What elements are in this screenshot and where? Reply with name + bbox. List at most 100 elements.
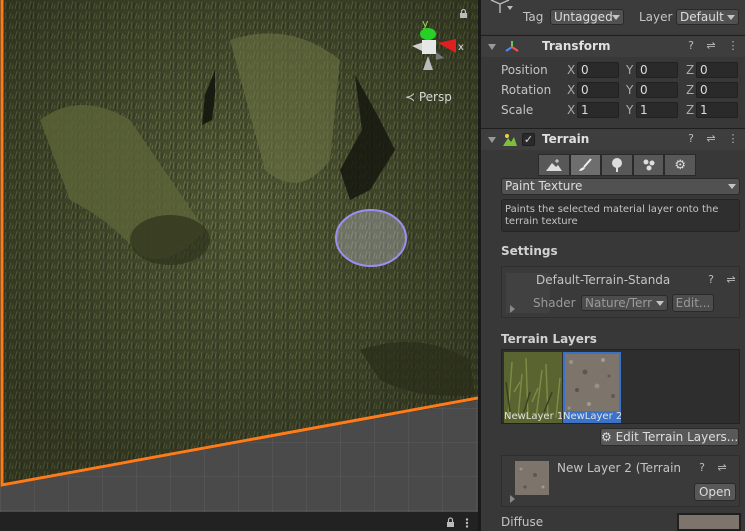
axis-z-label: Z	[686, 103, 695, 117]
chevron-down-icon	[728, 184, 736, 189]
more-menu-icon[interactable]	[462, 518, 472, 528]
presets-icon[interactable]: ⇌	[705, 133, 717, 145]
chevron-down-icon	[612, 15, 620, 20]
gear-icon: ⚙	[674, 157, 686, 173]
chevron-down-icon[interactable]	[507, 6, 513, 10]
rotation-x-field[interactable]: 0	[577, 82, 619, 98]
gizmo-x-axis[interactable]	[438, 39, 456, 53]
position-z-field[interactable]: 0	[696, 62, 738, 78]
gizmo-y-axis[interactable]	[420, 28, 436, 40]
paint-details-button[interactable]	[632, 154, 665, 176]
terrain-layers-list: NewLayer 1 NewLayer 2	[501, 349, 740, 424]
terrain-icon	[503, 134, 517, 146]
gizmo-neg-y-axis[interactable]	[423, 56, 433, 70]
gizmo-center-cube[interactable]	[422, 40, 436, 54]
orientation-gizmo[interactable]: y x	[398, 10, 468, 82]
edit-terrain-layers-button[interactable]: ⚙ Edit Terrain Layers...	[600, 428, 739, 446]
more-menu-icon[interactable]: ⋮	[727, 40, 739, 52]
transform-header[interactable]: Transform ? ⇌ ⋮	[481, 35, 745, 57]
projection-label[interactable]: ≺ Persp	[405, 90, 452, 104]
presets-icon[interactable]: ⇌	[725, 274, 737, 286]
axis-z-label: Z	[686, 83, 695, 97]
foldout-arrow-icon[interactable]	[488, 44, 496, 50]
flowers-icon	[643, 159, 655, 171]
terrain-layer-name: NewLayer 1	[504, 411, 562, 422]
scene-view[interactable]: y x ≺ Persp	[0, 0, 478, 531]
transform-title: Transform	[542, 39, 611, 53]
open-layer-button[interactable]: Open	[694, 483, 736, 501]
settings-header: Settings	[501, 244, 558, 258]
scale-z-field[interactable]: 1	[696, 102, 738, 118]
position-label: Position	[501, 63, 548, 77]
foldout-arrow-icon[interactable]	[510, 305, 515, 313]
rotation-z-field[interactable]: 0	[696, 82, 738, 98]
brush-icon	[579, 158, 593, 171]
help-icon[interactable]: ?	[705, 274, 717, 286]
more-menu-icon[interactable]: ⋮	[727, 133, 739, 145]
mountain-plus-icon	[545, 159, 562, 171]
tree-icon	[611, 158, 622, 172]
layer-label: Layer	[639, 10, 673, 24]
rotation-label: Rotation	[501, 83, 552, 97]
scene-bottom-bar	[0, 512, 478, 531]
selected-layer-preview: New Layer 2 (Terrain ? ⇌ Open	[501, 455, 740, 507]
terrain-layer-tile[interactable]: NewLayer 1	[504, 352, 562, 423]
chevron-down-icon	[727, 15, 735, 20]
axis-x-label: X	[567, 63, 576, 77]
tag-value: Untagged	[554, 10, 613, 24]
tag-layer-row: Tag Untagged Layer Default	[481, 0, 745, 34]
terrain-layers-header: Terrain Layers	[501, 332, 597, 346]
presets-icon[interactable]: ⇌	[705, 40, 717, 52]
gear-icon: ⚙	[601, 430, 612, 444]
axis-y-label: Y	[626, 103, 634, 117]
edit-terrain-layers-label: Edit Terrain Layers...	[615, 430, 739, 444]
axis-z-label: Z	[686, 63, 695, 77]
raise-lower-tool-button[interactable]	[538, 154, 570, 176]
position-y-field[interactable]: 0	[636, 62, 678, 78]
presets-icon[interactable]: ⇌	[716, 462, 728, 474]
axis-x-label: X	[567, 103, 576, 117]
paint-trees-button[interactable]	[601, 154, 633, 176]
terrain-layer-tile-selected[interactable]: NewLayer 2	[563, 352, 621, 423]
brush-preview	[335, 209, 407, 267]
layer-texture-thumbnail	[515, 461, 549, 495]
terrain-settings-button[interactable]: ⚙	[664, 154, 696, 176]
paint-tool-dropdown[interactable]: Paint Texture	[501, 178, 740, 195]
lock-icon[interactable]	[446, 517, 455, 527]
lock-icon[interactable]	[459, 9, 468, 18]
axis-x-label: X	[567, 83, 576, 97]
selected-layer-name: New Layer 2 (Terrain	[557, 461, 682, 475]
foldout-arrow-icon[interactable]	[488, 137, 496, 143]
terrain-enabled-checkbox[interactable]: ✓	[522, 133, 535, 146]
chevron-down-icon	[656, 301, 664, 306]
axis-y-label: Y	[626, 83, 634, 97]
material-name: Default-Terrain-Standa	[536, 273, 671, 287]
layer-dropdown[interactable]: Default	[676, 9, 739, 25]
terrain-title: Terrain	[542, 132, 590, 146]
tag-dropdown[interactable]: Untagged	[550, 9, 624, 25]
terrain-header[interactable]: ✓ Terrain ? ⇌ ⋮	[481, 128, 745, 150]
paint-tool-button[interactable]	[569, 154, 602, 176]
help-icon[interactable]: ?	[685, 40, 697, 52]
gizmo-x-label: x	[458, 42, 464, 53]
edit-shader-button[interactable]: Edit...	[672, 294, 714, 312]
scale-y-field[interactable]: 1	[636, 102, 678, 118]
unity-editor: y x ≺ Persp Tag Untagged Layer Default T…	[0, 0, 745, 531]
diffuse-texture-field[interactable]	[677, 513, 741, 531]
position-x-field[interactable]: 0	[577, 62, 619, 78]
terrain-layer-name: NewLayer 2	[563, 411, 621, 423]
tag-label: Tag	[523, 10, 544, 24]
terrain-tool-toolbar: ⚙	[538, 154, 696, 176]
foldout-arrow-icon[interactable]	[510, 495, 515, 503]
material-preview: Default-Terrain-Standa ? ⇌ Shader Nature…	[501, 266, 740, 318]
diffuse-label: Diffuse	[501, 515, 544, 529]
shader-dropdown[interactable]: Nature/Terr	[581, 295, 668, 311]
shader-label: Shader	[533, 296, 576, 310]
rotation-y-field[interactable]: 0	[636, 82, 678, 98]
scale-x-field[interactable]: 1	[577, 102, 619, 118]
paint-tool-value: Paint Texture	[505, 179, 583, 193]
help-icon[interactable]: ?	[685, 133, 697, 145]
gizmo-z-axis[interactable]	[436, 52, 444, 60]
transform-icon	[505, 41, 519, 52]
help-icon[interactable]: ?	[696, 462, 708, 474]
